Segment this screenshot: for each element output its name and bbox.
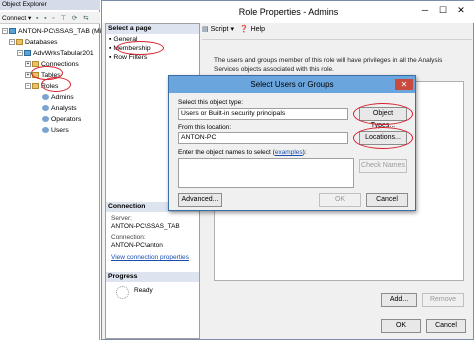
server-icon bbox=[9, 28, 16, 35]
server-value: ANTON-PC\SSAS_TAB bbox=[111, 223, 180, 230]
dialog-ok-button[interactable]: OK bbox=[319, 193, 361, 207]
remove-button[interactable]: Remove bbox=[422, 293, 464, 307]
view-connection-properties-link[interactable]: View connection properties bbox=[111, 254, 189, 261]
maximize-icon[interactable]: ☐ bbox=[437, 5, 449, 15]
tree-server[interactable]: − ANTON-PC\SSAS_TAB (Mi bbox=[2, 27, 101, 37]
role-icon bbox=[42, 116, 49, 123]
cancel-button[interactable]: Cancel bbox=[426, 319, 466, 333]
collapse-icon[interactable]: − bbox=[2, 28, 8, 35]
tree-role-users[interactable]: Users bbox=[42, 126, 69, 136]
add-button[interactable]: Add... bbox=[381, 293, 417, 307]
folder-icon bbox=[32, 83, 39, 90]
server-label: Server: bbox=[111, 215, 132, 222]
object-explorer-title: Object Explorer bbox=[0, 0, 100, 10]
script-button[interactable]: Script bbox=[211, 26, 229, 33]
examples-link[interactable]: examples bbox=[275, 149, 303, 156]
tree-database[interactable]: − AdvWrksTabular201 bbox=[17, 49, 94, 59]
collapse-icon[interactable]: − bbox=[25, 83, 31, 90]
dialog-cancel-button[interactable]: Cancel bbox=[366, 193, 408, 207]
object-explorer-panel: Object Explorer Connect ▾ ▪ ▪ ▫ ⊤ ⟳ ⇆ − A… bbox=[0, 0, 101, 340]
collapse-icon[interactable]: − bbox=[9, 39, 15, 46]
annotation-circle-object-types bbox=[353, 103, 413, 125]
dialog-title: Select Users or Groups bbox=[169, 76, 415, 93]
rp-toolbar: ▤ Script ▾ ❓ Help bbox=[202, 25, 472, 39]
select-page-header: Select a page bbox=[106, 24, 199, 34]
dialog-close-icon[interactable]: ✕ bbox=[395, 79, 413, 90]
expand-icon[interactable]: + bbox=[25, 61, 31, 68]
connection-value: ANTON-PC\anton bbox=[111, 242, 163, 249]
close-icon[interactable]: ✕ bbox=[455, 5, 467, 15]
connect-button[interactable]: Connect bbox=[2, 15, 26, 22]
help-icon: ❓ bbox=[239, 26, 249, 33]
annotation-circle-locations bbox=[353, 127, 413, 149]
role-icon bbox=[42, 127, 49, 134]
object-names-input[interactable] bbox=[178, 158, 354, 188]
role-icon bbox=[42, 105, 49, 112]
minimize-icon[interactable]: ─ bbox=[419, 5, 431, 15]
progress-status: Ready bbox=[134, 287, 153, 294]
select-users-dialog: Select Users or Groups ✕ Select this obj… bbox=[168, 75, 416, 211]
dropdown-icon[interactable]: ▾ bbox=[230, 26, 234, 33]
annotation-circle-roles bbox=[41, 77, 71, 92]
tree-databases[interactable]: − Databases bbox=[9, 38, 58, 48]
ok-button[interactable]: OK bbox=[381, 319, 421, 333]
collapse-icon[interactable]: − bbox=[17, 50, 23, 57]
progress-header: Progress bbox=[106, 272, 199, 282]
connection-label: Connection: bbox=[111, 234, 146, 241]
check-names-button[interactable]: Check Names bbox=[359, 159, 407, 173]
database-icon bbox=[24, 50, 31, 57]
object-type-field: Users or Built-in security principals bbox=[178, 108, 348, 120]
location-label: From this location: bbox=[178, 124, 232, 131]
role-description: The users and groups member of this role… bbox=[214, 57, 443, 73]
annotation-circle-membership bbox=[116, 41, 164, 55]
tree-role-analysts[interactable]: Analysts bbox=[42, 104, 77, 114]
script-icon: ▤ bbox=[202, 26, 209, 33]
connect-dropdown-icon[interactable]: ▾ bbox=[28, 15, 31, 22]
toolbar-divider bbox=[202, 39, 472, 40]
toolbar-icons[interactable]: ▪ ▪ ▫ ⊤ ⟳ ⇆ bbox=[36, 15, 91, 22]
advanced-button[interactable]: Advanced... bbox=[178, 193, 222, 207]
progress-spinner-icon bbox=[116, 286, 129, 299]
help-button[interactable]: Help bbox=[251, 26, 265, 33]
location-field: ANTON-PC bbox=[178, 132, 348, 144]
tree-role-admins[interactable]: Admins bbox=[42, 93, 74, 103]
object-type-label: Select this object type: bbox=[178, 99, 244, 106]
tree-role-operators[interactable]: Operators bbox=[42, 115, 81, 125]
folder-icon bbox=[16, 39, 23, 46]
object-explorer-toolbar: Connect ▾ ▪ ▪ ▫ ⊤ ⟳ ⇆ bbox=[0, 12, 100, 24]
names-label: Enter the object names to select (exampl… bbox=[178, 149, 307, 156]
role-icon bbox=[42, 94, 49, 101]
